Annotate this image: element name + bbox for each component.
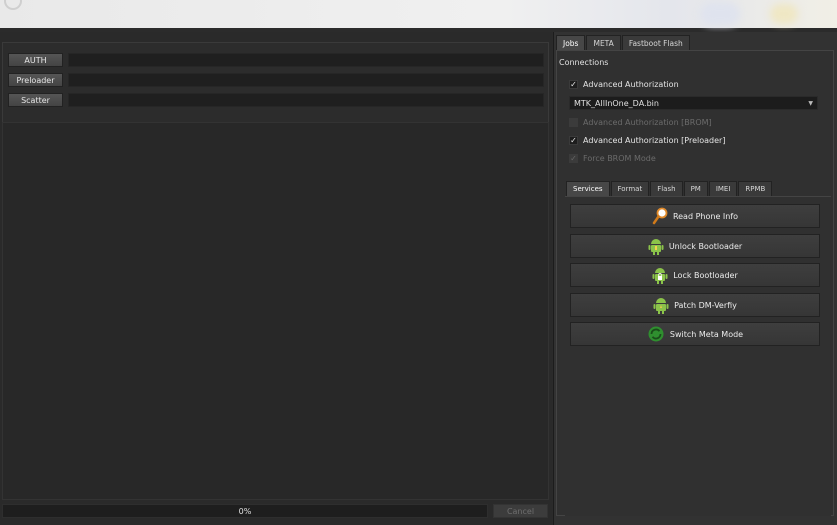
tab-rpmb[interactable]: RPMB <box>738 181 773 196</box>
force-brom-label: Force BROM Mode <box>583 154 656 163</box>
preloader-button[interactable]: Preloader <box>8 73 63 87</box>
adv-auth-preloader-checkbox[interactable]: ✓ <box>569 136 578 145</box>
lock-bootloader-label: Lock Bootloader <box>673 270 738 280</box>
app-logo <box>4 0 22 10</box>
left-panel: AUTH Preloader Scatter 0% Cancel <box>0 32 552 525</box>
tab-imei[interactable]: IMEI <box>708 181 738 196</box>
switch-meta-mode-button[interactable]: Switch Meta Mode <box>570 322 820 346</box>
refresh-icon <box>648 326 664 342</box>
scatter-path-field[interactable] <box>68 93 544 107</box>
right-panel: Jobs META Fastboot Flash Connections ✓ A… <box>553 32 837 525</box>
read-phone-info-button[interactable]: Read Phone Info <box>570 204 820 228</box>
scatter-button[interactable]: Scatter <box>8 93 63 107</box>
titlebar-decoration <box>770 4 798 24</box>
android-unlock-icon <box>648 239 664 255</box>
window-titlebar <box>0 0 837 28</box>
bottom-bar: 0% Cancel <box>2 504 548 522</box>
tab-format[interactable]: Format <box>610 181 650 196</box>
tab-pm[interactable]: PM <box>683 181 708 196</box>
lock-bootloader-button[interactable]: Lock Bootloader <box>570 263 820 287</box>
tab-jobs[interactable]: Jobs <box>556 35 586 50</box>
tab-services[interactable]: Services <box>566 181 610 196</box>
progress-text: 0% <box>238 507 252 516</box>
da-file-select[interactable]: MTK_AllInOne_DA.bin ▼ <box>569 96 818 110</box>
log-output-area[interactable] <box>2 122 549 500</box>
unlock-bootloader-button[interactable]: Unlock Bootloader <box>570 234 820 258</box>
connections-label: Connections <box>559 58 609 67</box>
patch-dm-verify-label: Patch DM-Verfiy <box>674 300 737 310</box>
auth-button[interactable]: AUTH <box>8 53 63 67</box>
main-tabbar: Jobs META Fastboot Flash <box>556 35 691 51</box>
auth-path-field[interactable] <box>68 53 544 67</box>
adv-auth-label: Advanced Authorization <box>583 80 679 89</box>
patch-dm-verify-button[interactable]: Patch DM-Verfiy <box>570 293 820 317</box>
da-file-value: MTK_AllInOne_DA.bin <box>574 99 659 108</box>
tab-fastboot-flash[interactable]: Fastboot Flash <box>621 35 690 50</box>
tab-flash[interactable]: Flash <box>650 181 683 196</box>
titlebar-decoration <box>700 2 740 26</box>
preloader-path-field[interactable] <box>68 73 544 87</box>
chevron-down-icon: ▼ <box>808 100 813 107</box>
adv-auth-brom-checkbox <box>569 118 578 127</box>
progress-bar: 0% <box>2 504 488 518</box>
adv-auth-preloader-label: Advanced Authorization [Preloader] <box>583 136 726 145</box>
force-brom-checkbox: ✓ <box>569 154 578 163</box>
cancel-button[interactable]: Cancel <box>493 504 548 518</box>
magnifier-icon <box>652 207 668 225</box>
read-phone-info-label: Read Phone Info <box>672 211 739 221</box>
adv-auth-brom-label: Advanced Authorization [BROM] <box>583 118 712 127</box>
tab-meta[interactable]: META <box>586 35 621 50</box>
android-patch-icon <box>653 298 669 314</box>
android-lock-icon <box>652 268 668 284</box>
adv-auth-checkbox[interactable]: ✓ <box>569 80 578 89</box>
switch-meta-mode-label: Switch Meta Mode <box>669 329 744 339</box>
services-tabbar: Services Format Flash PM IMEI RPMB <box>566 181 773 197</box>
unlock-bootloader-label: Unlock Bootloader <box>668 241 743 251</box>
